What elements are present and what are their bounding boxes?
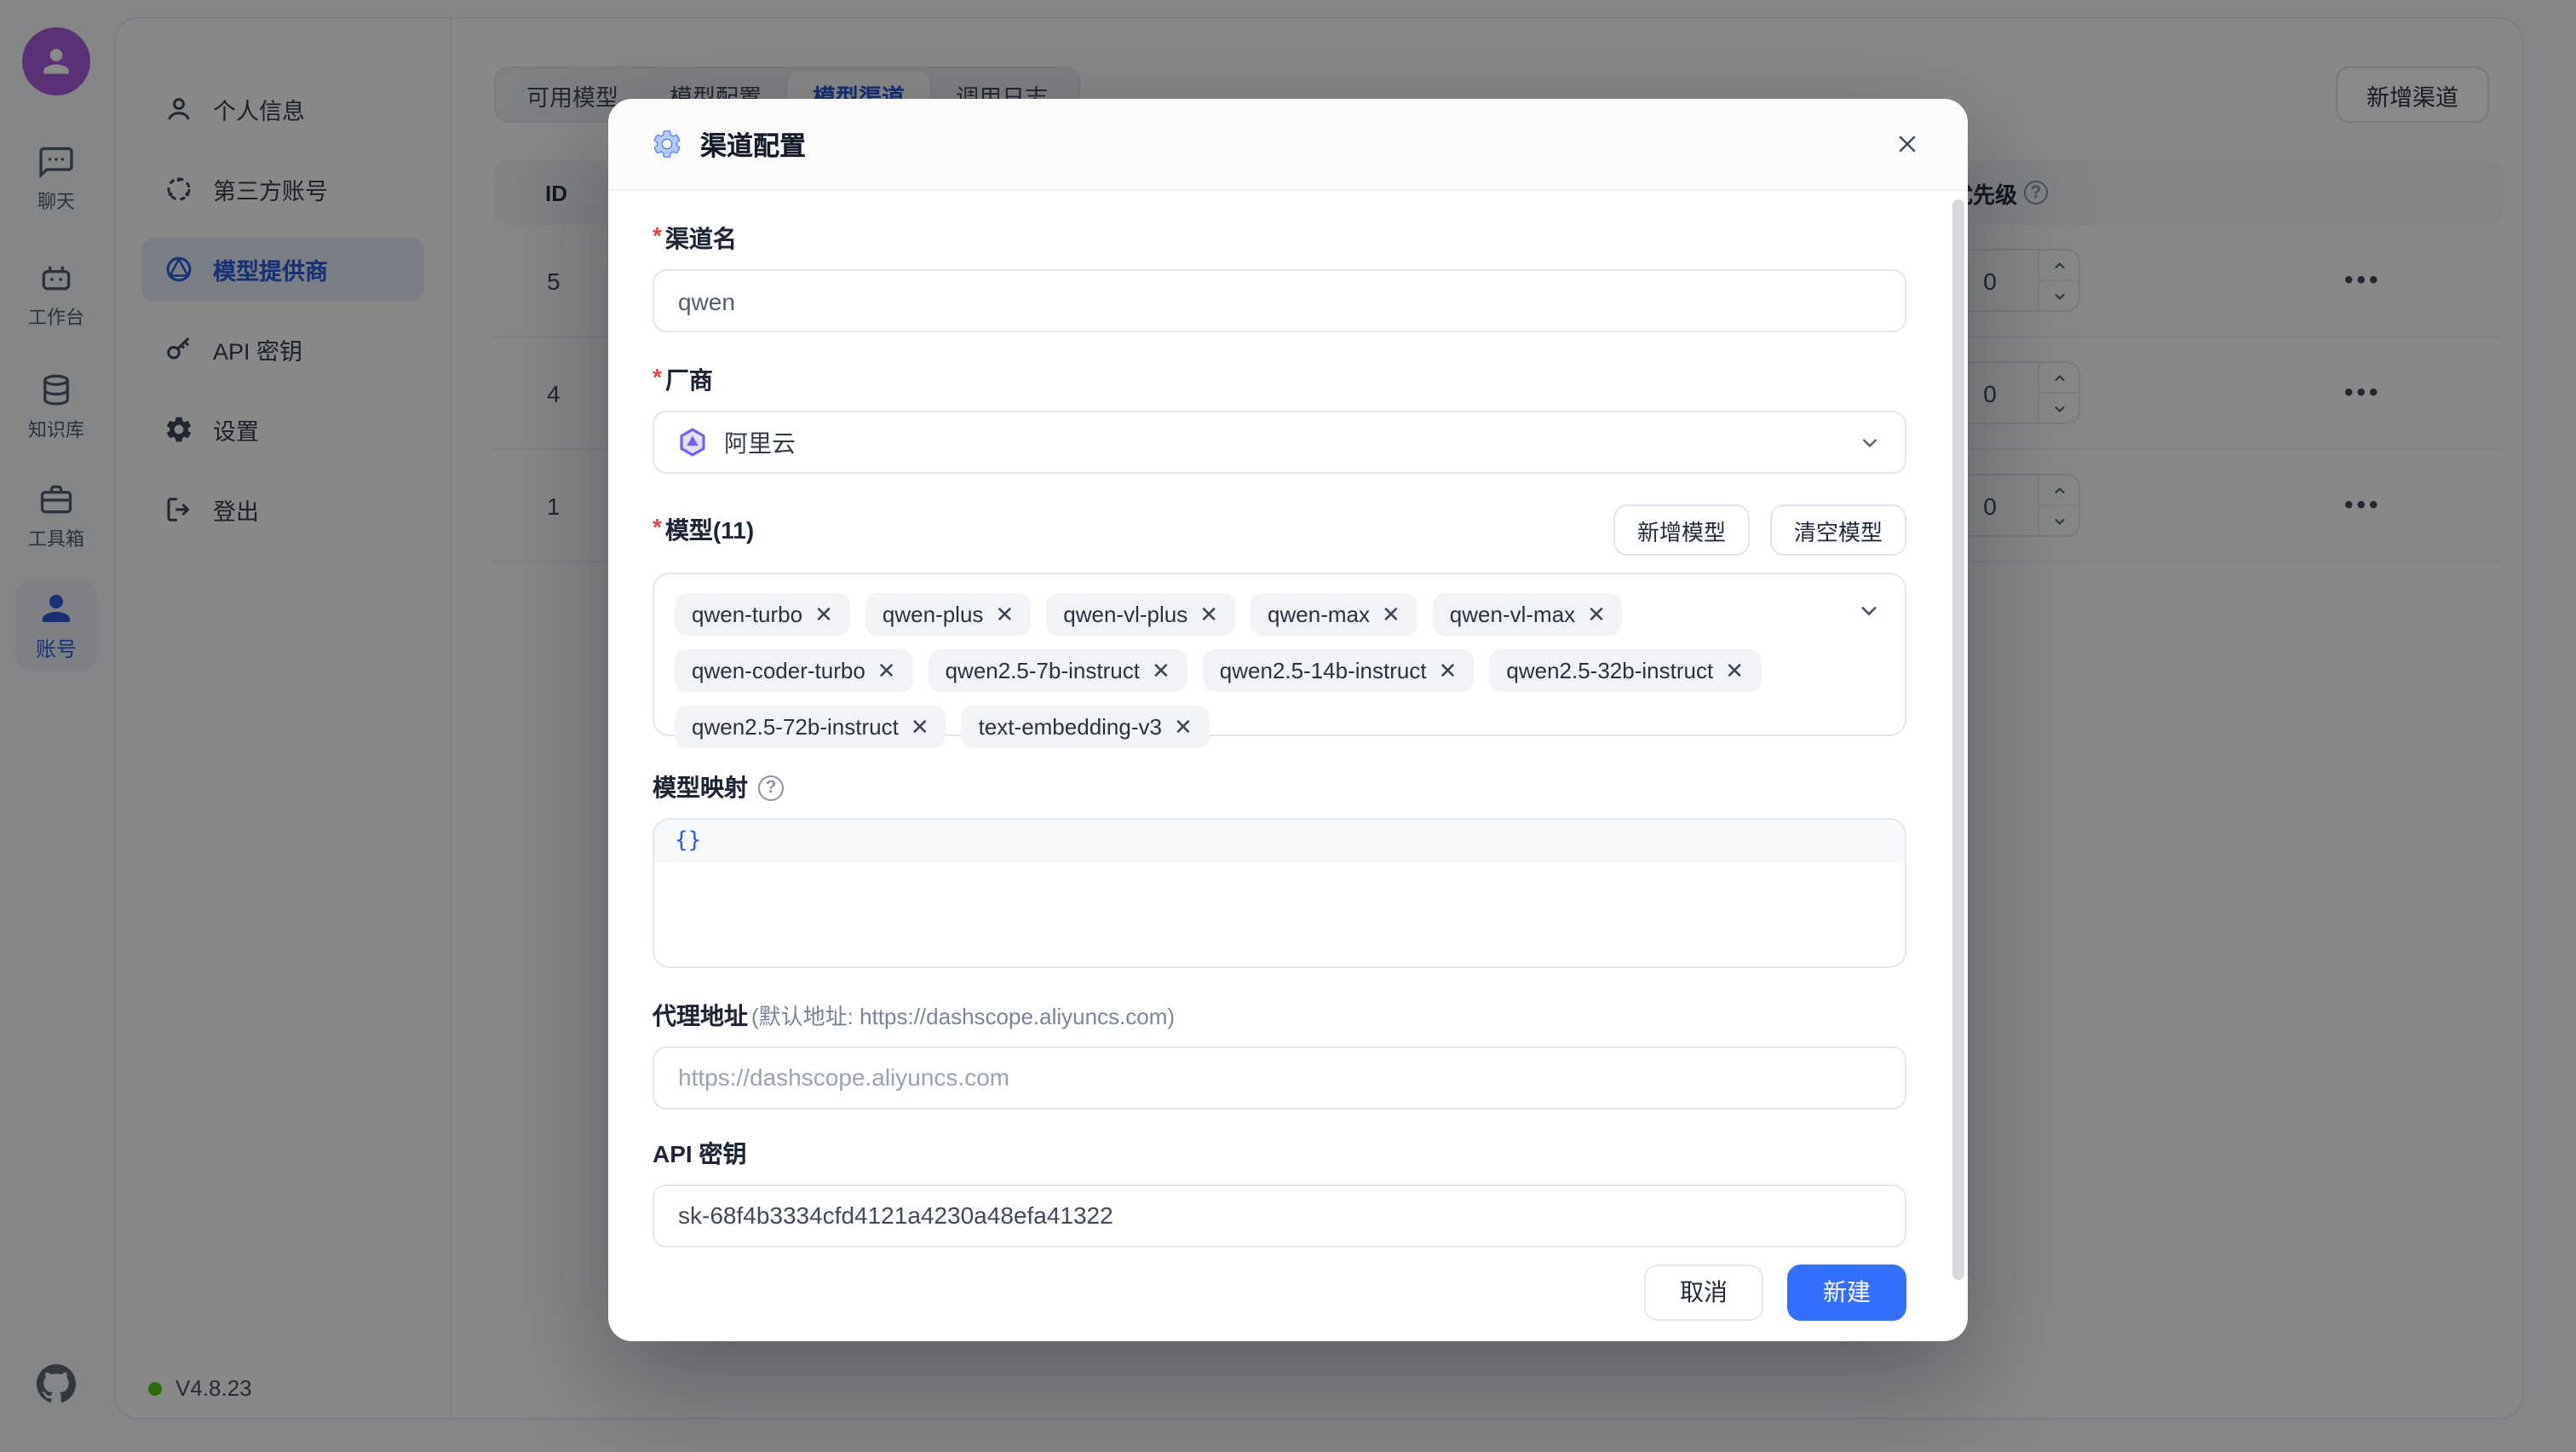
cancel-button[interactable]: 取消 [1644, 1265, 1763, 1321]
chevron-down-icon[interactable] [1855, 596, 1883, 624]
remove-chip-icon[interactable]: ✕ [1174, 716, 1193, 738]
mapping-label: 模型映射 [653, 770, 748, 804]
vendor-select[interactable]: 阿里云 [653, 411, 1906, 474]
remove-chip-icon[interactable]: ✕ [814, 603, 833, 625]
remove-chip-icon[interactable]: ✕ [1152, 660, 1170, 682]
chevron-down-icon [1857, 429, 1883, 455]
model-chip: qwen-vl-max✕ [1433, 593, 1623, 636]
proxy-default-hint: (默认地址: https://dashscope.aliyuncs.com) [751, 1000, 1175, 1032]
proxy-label: 代理地址 (默认地址: https://dashscope.aliyuncs.c… [653, 999, 1906, 1033]
remove-chip-icon[interactable]: ✕ [1725, 660, 1744, 682]
vendor-value: 阿里云 [724, 425, 796, 459]
vendor-label: 厂商 [653, 363, 1906, 397]
channel-name-input[interactable] [653, 269, 1906, 332]
remove-chip-icon[interactable]: ✕ [1199, 603, 1218, 625]
modal-body: 渠道名 厂商 阿里云 模型(11) 新增模型 清空模型 qwen-turbo✕ … [608, 191, 1968, 1341]
model-chip: qwen-vl-plus✕ [1046, 593, 1235, 636]
api-key-input[interactable] [653, 1184, 1906, 1247]
editor-line: {} [654, 820, 1905, 862]
model-chip: qwen2.5-32b-instruct✕ [1489, 649, 1761, 692]
model-chip: text-embedding-v3✕ [962, 706, 1210, 748]
screen: 聊天 工作台 知识库 工具箱 账号 [0, 0, 2576, 1452]
model-mapping-editor[interactable]: {} [653, 818, 1906, 967]
remove-chip-icon[interactable]: ✕ [1382, 603, 1400, 625]
modal-footer: 取消 新建 [653, 1265, 1906, 1321]
create-button[interactable]: 新建 [1787, 1265, 1906, 1321]
channel-config-modal: 渠道配置 渠道名 厂商 阿里云 模型(11) 新增模型 清空模型 [608, 99, 1968, 1341]
add-model-button[interactable]: 新增模型 [1613, 504, 1750, 556]
modal-scrollbar-thumb[interactable] [1952, 199, 1964, 1280]
close-icon[interactable] [1883, 120, 1930, 168]
modal-header: 渠道配置 [608, 99, 1968, 191]
help-icon[interactable]: ? [758, 775, 784, 800]
remove-chip-icon[interactable]: ✕ [911, 716, 929, 738]
modal-title: 渠道配置 [700, 125, 806, 163]
remove-chip-icon[interactable]: ✕ [995, 603, 1014, 625]
gear-icon [651, 128, 683, 160]
model-chip: qwen-turbo✕ [675, 593, 850, 636]
model-chip: qwen2.5-7b-instruct✕ [929, 649, 1187, 692]
remove-chip-icon[interactable]: ✕ [877, 660, 896, 682]
model-chip: qwen-coder-turbo✕ [675, 649, 913, 692]
clear-models-button[interactable]: 清空模型 [1770, 504, 1906, 556]
remove-chip-icon[interactable]: ✕ [1439, 660, 1458, 682]
models-header-row: 模型(11) 新增模型 清空模型 [653, 504, 1906, 556]
model-chip: qwen2.5-14b-instruct✕ [1203, 649, 1475, 692]
model-chip: qwen2.5-72b-instruct✕ [675, 706, 946, 748]
mapping-label-row: 模型映射 ? [653, 770, 1906, 804]
models-label: 模型(11) [653, 513, 754, 547]
api-key-label: API 密钥 [653, 1137, 1906, 1171]
model-chip: qwen-max✕ [1251, 593, 1417, 636]
alibaba-cloud-logo-icon [676, 426, 709, 458]
models-multiselect[interactable]: qwen-turbo✕ qwen-plus✕ qwen-vl-plus✕ qwe… [653, 573, 1906, 736]
remove-chip-icon[interactable]: ✕ [1587, 603, 1606, 625]
channel-name-label: 渠道名 [653, 222, 1906, 256]
proxy-url-input[interactable] [653, 1046, 1906, 1109]
model-chip: qwen-plus✕ [865, 593, 1031, 636]
